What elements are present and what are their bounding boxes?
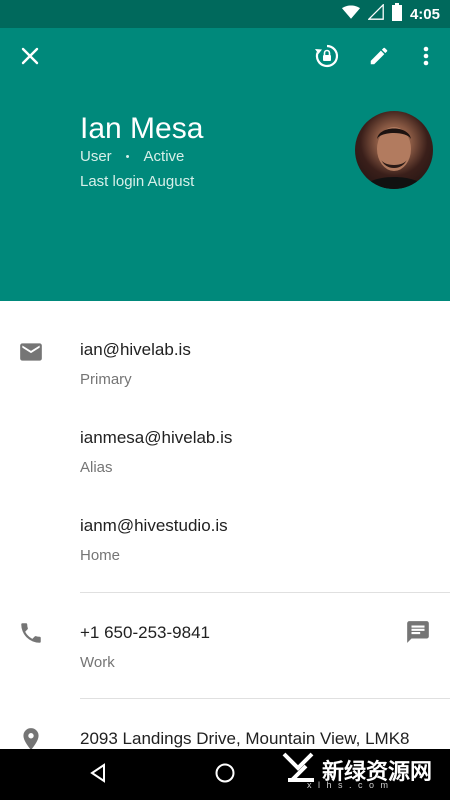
back-button[interactable] xyxy=(80,757,116,793)
pencil-icon xyxy=(368,45,390,72)
more-vert-icon xyxy=(423,46,429,71)
last-login: Last login August xyxy=(80,173,195,190)
email-address: ian@hivelab.is xyxy=(80,340,191,359)
profile-header: Ian Mesa User • Active Last login August xyxy=(0,28,450,301)
user-meta: User • Active xyxy=(80,148,184,165)
email-label: Home xyxy=(80,547,121,564)
edit-button[interactable] xyxy=(357,36,401,80)
location-icon xyxy=(18,726,44,749)
message-icon xyxy=(405,621,431,649)
meta-separator: • xyxy=(125,150,130,163)
home-circle-icon xyxy=(214,762,236,789)
back-triangle-icon xyxy=(88,762,108,788)
status-time: 4:05 xyxy=(409,5,440,23)
divider xyxy=(80,592,450,593)
divider xyxy=(80,698,450,699)
signal-icon xyxy=(367,2,384,25)
reset-password-button[interactable] xyxy=(305,36,349,80)
email-label: Alias xyxy=(80,459,113,476)
address-text: 2093 Landings Drive, Mountain View, LMK8 xyxy=(80,729,410,748)
contact-details: ian@hivelab.is Primary ianmesa@hivelab.i… xyxy=(0,301,450,749)
phone-label: Work xyxy=(80,654,115,671)
watermark-subtext: x l h s . c o m xyxy=(306,780,390,790)
email-icon xyxy=(18,339,44,365)
phone-icon xyxy=(18,620,44,646)
more-options-button[interactable] xyxy=(404,36,448,80)
email-address: ianmesa@hivelab.is xyxy=(80,428,233,447)
home-button[interactable] xyxy=(207,757,243,793)
lock-reset-icon xyxy=(314,43,340,74)
battery-icon xyxy=(391,2,402,26)
message-button[interactable] xyxy=(405,619,431,650)
wifi-icon xyxy=(341,4,360,25)
close-button[interactable] xyxy=(8,36,52,80)
email-label: Primary xyxy=(80,371,132,388)
phone-number: +1 650-253-9841 xyxy=(80,623,210,642)
user-name: Ian Mesa xyxy=(80,112,204,145)
close-icon xyxy=(21,47,39,70)
user-role: User xyxy=(80,148,112,165)
avatar xyxy=(355,111,433,189)
user-status: Active xyxy=(143,148,185,165)
status-bar: 4:05 xyxy=(0,0,450,28)
email-address: ianm@hivestudio.is xyxy=(80,516,228,535)
